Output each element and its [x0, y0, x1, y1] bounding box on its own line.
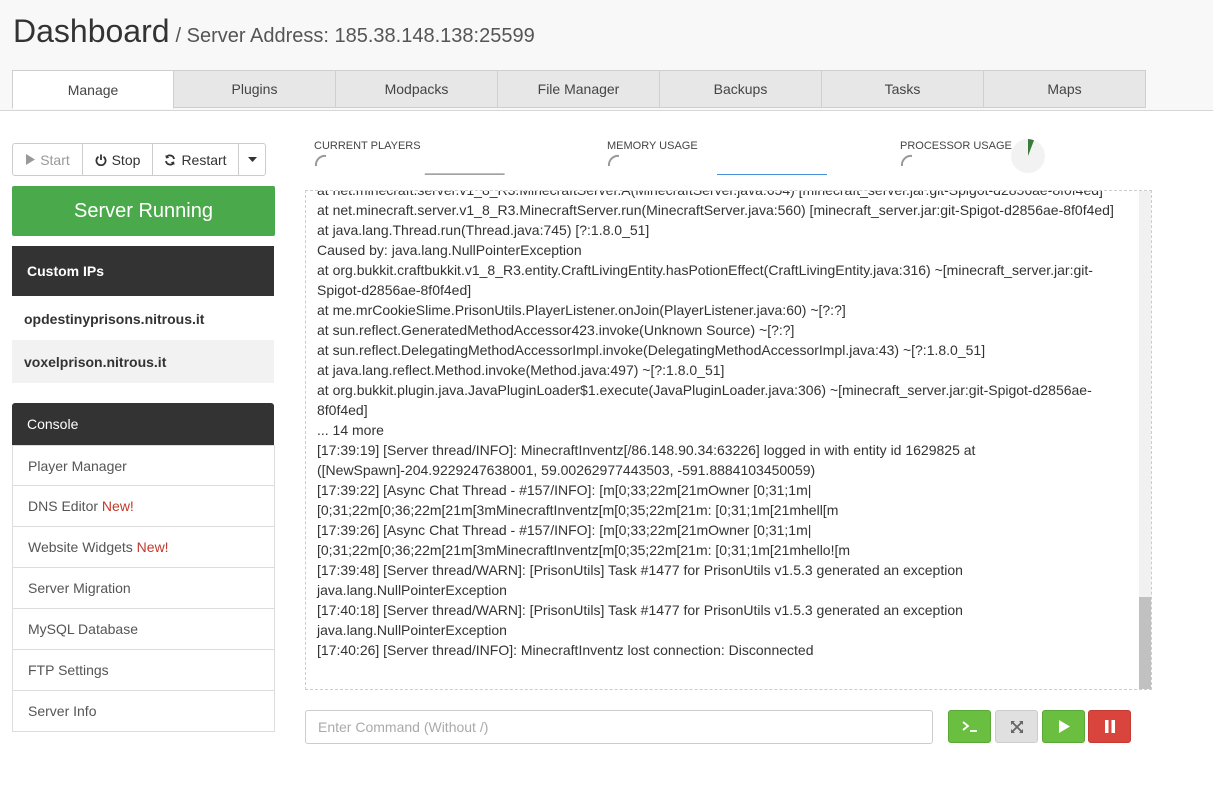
- more-options-button[interactable]: [238, 143, 266, 176]
- console-line: java.lang.NullPointerException: [317, 582, 507, 598]
- console-line: Caused by: java.lang.NullPointerExceptio…: [317, 242, 582, 258]
- start-label: Start: [40, 151, 70, 168]
- console-output[interactable]: at net.minecraft.server.v1_8_R3.Minecraf…: [305, 190, 1152, 690]
- loading-spinner-icon: [607, 154, 620, 167]
- pause-button[interactable]: [1088, 710, 1131, 743]
- stop-button[interactable]: Stop: [82, 143, 153, 176]
- menu-label: MySQL Database: [28, 621, 138, 637]
- console-line: at java.lang.reflect.Method.invoke(Metho…: [317, 362, 725, 378]
- title-main: Dashboard: [13, 13, 170, 49]
- terminal-icon: [961, 720, 977, 732]
- menu-label: Player Manager: [28, 457, 127, 474]
- loading-spinner-icon: [314, 154, 327, 167]
- sidebar-item-server-info[interactable]: Server Info: [12, 691, 275, 732]
- sidebar-item-player-manager[interactable]: Player Manager: [12, 445, 275, 486]
- console-lines: at net.minecraft.server.v1_8_R3.Minecraf…: [317, 190, 1127, 660]
- command-input[interactable]: [305, 710, 933, 744]
- sidebar-item-dns-editor[interactable]: DNS Editor New!: [12, 486, 275, 527]
- console-line: at net.minecraft.server.v1_8_R3.Minecraf…: [317, 202, 1114, 218]
- console-line: java.lang.NullPointerException: [317, 622, 507, 638]
- stop-label: Stop: [111, 151, 141, 168]
- power-icon: [95, 154, 107, 166]
- console-line: [17:40:26] [Server thread/INFO]: Minecra…: [317, 642, 814, 658]
- tab-modpacks[interactable]: Modpacks: [336, 70, 498, 108]
- console-line: at me.mrCookieSlime.PrisonUtils.PlayerLi…: [317, 302, 846, 318]
- pause-icon: [1104, 720, 1115, 733]
- console-line: at sun.reflect.DelegatingMethodAccessorI…: [317, 342, 986, 358]
- scrollbar-thumb[interactable]: [1139, 597, 1151, 689]
- new-badge: New!: [101, 498, 134, 514]
- menu-label: FTP Settings: [28, 662, 109, 678]
- console-scrollbar[interactable]: [1139, 191, 1151, 689]
- console-line: at org.bukkit.craftbukkit.v1_8_R3.entity…: [317, 262, 1093, 298]
- console-line: at java.lang.Thread.run(Thread.java:745)…: [317, 222, 650, 238]
- caret-down-icon: [247, 157, 257, 162]
- sidebar-menu: Player Manager DNS Editor New! Website W…: [12, 445, 275, 732]
- sidebar-item-mysql-database[interactable]: MySQL Database: [12, 609, 275, 650]
- console-line: [17:39:48] [Server thread/WARN]: [Prison…: [317, 562, 963, 578]
- memory-bar: [717, 174, 827, 175]
- expand-icon: [1010, 720, 1023, 733]
- menu-label: Website Widgets: [28, 539, 133, 555]
- custom-ip-item[interactable]: opdestinyprisons.nitrous.it: [12, 297, 274, 340]
- tab-plugins[interactable]: Plugins: [174, 70, 336, 108]
- custom-ip-item[interactable]: voxelprison.nitrous.it: [12, 340, 274, 383]
- tab-backups[interactable]: Backups: [660, 70, 822, 108]
- menu-label: DNS Editor: [28, 498, 99, 514]
- server-address: / Server Address: 185.38.148.138:25599: [175, 25, 535, 47]
- restart-button[interactable]: Restart: [152, 143, 239, 176]
- start-button[interactable]: Start: [12, 143, 83, 176]
- tab-maps[interactable]: Maps: [984, 70, 1146, 108]
- resume-button[interactable]: [1042, 710, 1085, 743]
- sidebar-item-website-widgets[interactable]: Website Widgets New!: [12, 527, 275, 568]
- console-line: [17:39:26] [Async Chat Thread - #157/INF…: [317, 522, 851, 558]
- memory-label: MEMORY USAGE: [607, 140, 698, 152]
- sidebar-item-server-migration[interactable]: Server Migration: [12, 568, 275, 609]
- console-line: at sun.reflect.GeneratedMethodAccessor42…: [317, 322, 795, 338]
- tab-tasks[interactable]: Tasks: [822, 70, 984, 108]
- console-line: at net.minecraft.server.v1_8_R3.Minecraf…: [317, 190, 1103, 198]
- console-line: at org.bukkit.plugin.java.JavaPluginLoad…: [317, 382, 1092, 418]
- tab-file-manager[interactable]: File Manager: [498, 70, 660, 108]
- console-line: ... 14 more: [317, 422, 384, 438]
- page-header: Dashboard / Server Address: 185.38.148.13…: [0, 0, 1213, 111]
- send-command-button[interactable]: [948, 710, 991, 743]
- menu-label: Server Info: [28, 703, 97, 719]
- console-line: [17:39:22] [Async Chat Thread - #157/INF…: [317, 482, 839, 518]
- processor-pie-icon: [1011, 139, 1045, 173]
- restart-label: Restart: [181, 151, 227, 168]
- tab-bar: Manage Plugins Modpacks File Manager Bac…: [12, 70, 1146, 109]
- new-badge: New!: [136, 539, 169, 555]
- console-line: [17:39:19] [Server thread/INFO]: Minecra…: [317, 442, 980, 478]
- refresh-icon: [165, 154, 176, 165]
- server-status: Server Running: [12, 186, 275, 236]
- fullscreen-button[interactable]: [995, 710, 1038, 743]
- processor-label: PROCESSOR USAGE: [900, 140, 1012, 152]
- sidebar-item-ftp-settings[interactable]: FTP Settings: [12, 650, 275, 691]
- console-menu-header[interactable]: Console: [12, 403, 274, 445]
- tab-manage[interactable]: Manage: [12, 70, 174, 109]
- players-label: CURRENT PLAYERS: [314, 140, 421, 152]
- custom-ips-header: Custom IPs: [12, 246, 274, 296]
- loading-spinner-icon: [900, 154, 913, 167]
- play-icon: [26, 154, 36, 165]
- menu-label: Server Migration: [28, 580, 131, 596]
- page-title: Dashboard / Server Address: 185.38.148.13…: [13, 13, 535, 50]
- play-icon: [1058, 720, 1070, 733]
- players-value: ___________: [425, 160, 505, 175]
- console-line: [17:40:18] [Server thread/WARN]: [Prison…: [317, 602, 963, 618]
- server-controls: Start Stop Restart: [12, 143, 266, 176]
